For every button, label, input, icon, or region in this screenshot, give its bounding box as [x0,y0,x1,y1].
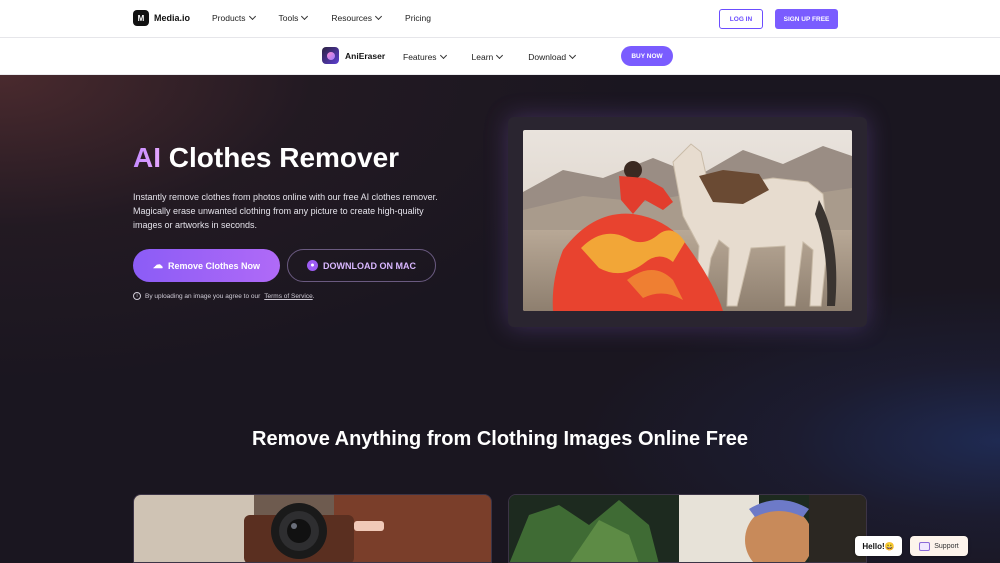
media-io-logo-icon: M [133,10,149,26]
download-mac-button[interactable]: ● DOWNLOAD ON MAC [287,249,436,282]
section-title: Remove Anything from Clothing Images Onl… [252,428,748,450]
woman-with-horse-illustration [523,130,852,311]
title-accent: AI [133,142,161,173]
terms-prefix: By uploading an image you agree to our [145,292,261,300]
example-card-camera[interactable] [133,494,492,563]
download-mac-label: DOWNLOAD ON MAC [323,260,416,271]
woman-with-plant-photo [509,495,866,562]
cloud-upload-icon: ☁ [152,260,163,271]
info-icon: i [133,292,141,300]
submenu-download[interactable]: Download [528,51,577,62]
support-button[interactable]: Support [910,536,968,556]
chevron-down-icon [439,51,447,60]
chevron-down-icon [301,12,309,21]
aniEraser-logo[interactable]: AniEraser [322,47,385,64]
hero-description: Instantly remove clothes from photos onl… [133,192,438,230]
chat-icon [919,541,931,551]
support-label: Support [934,542,959,550]
buy-now-button[interactable]: BUY NOW [621,46,673,66]
menu-pricing[interactable]: Pricing [405,13,431,23]
menu-resources[interactable]: Resources [331,12,383,23]
menu-tools-label: Tools [278,13,299,23]
sub-menu: Features Learn Download [403,51,601,62]
submenu-learn[interactable]: Learn [471,51,504,62]
chevron-down-icon [374,12,383,21]
example-card-woman[interactable] [508,494,867,563]
submenu-download-label: Download [528,52,567,62]
submenu-features[interactable]: Features [403,51,447,62]
remove-clothes-button[interactable]: ☁ Remove Clothes Now [133,249,280,282]
media-io-logo[interactable]: M Media.io [133,10,190,26]
page-title: AI Clothes Remover [133,142,399,174]
app-name: AniEraser [345,50,386,61]
signup-button[interactable]: SIGN UP FREE [775,9,838,29]
logo-text: Media.io [154,13,191,23]
login-button[interactable]: LOG IN [719,9,763,29]
hello-chat-bubble[interactable]: Hello!😀 [855,536,902,556]
menu-products[interactable]: Products [212,12,256,23]
menu-pricing-label: Pricing [405,13,432,23]
top-navbar: M Media.io Products Tools Resources Pric… [0,0,1000,38]
hero-image [523,130,852,311]
title-rest: Clothes Remover [168,142,400,173]
hero-image-frame [508,117,867,327]
aniEraser-app-icon [322,47,339,64]
chevron-down-icon [569,51,577,60]
chevron-down-icon [496,51,504,60]
menu-resources-label: Resources [331,13,373,23]
menu-tools[interactable]: Tools [278,12,309,23]
chevron-down-icon [248,12,256,21]
submenu-features-label: Features [403,52,437,62]
product-subnav: AniEraser Features Learn Download [0,38,1000,75]
terms-of-service-link[interactable]: Terms of Service [264,293,312,300]
submenu-learn-label: Learn [471,52,494,62]
terms-notice: i By uploading an image you agree to our… [133,292,315,300]
menu-products-label: Products [212,13,246,23]
terms-suffix: . [312,292,315,300]
top-menu: Products Tools Resources Pricing [212,12,455,23]
apple-icon: ● [307,260,318,271]
camera-photo [134,495,491,562]
remove-clothes-label: Remove Clothes Now [167,260,261,271]
